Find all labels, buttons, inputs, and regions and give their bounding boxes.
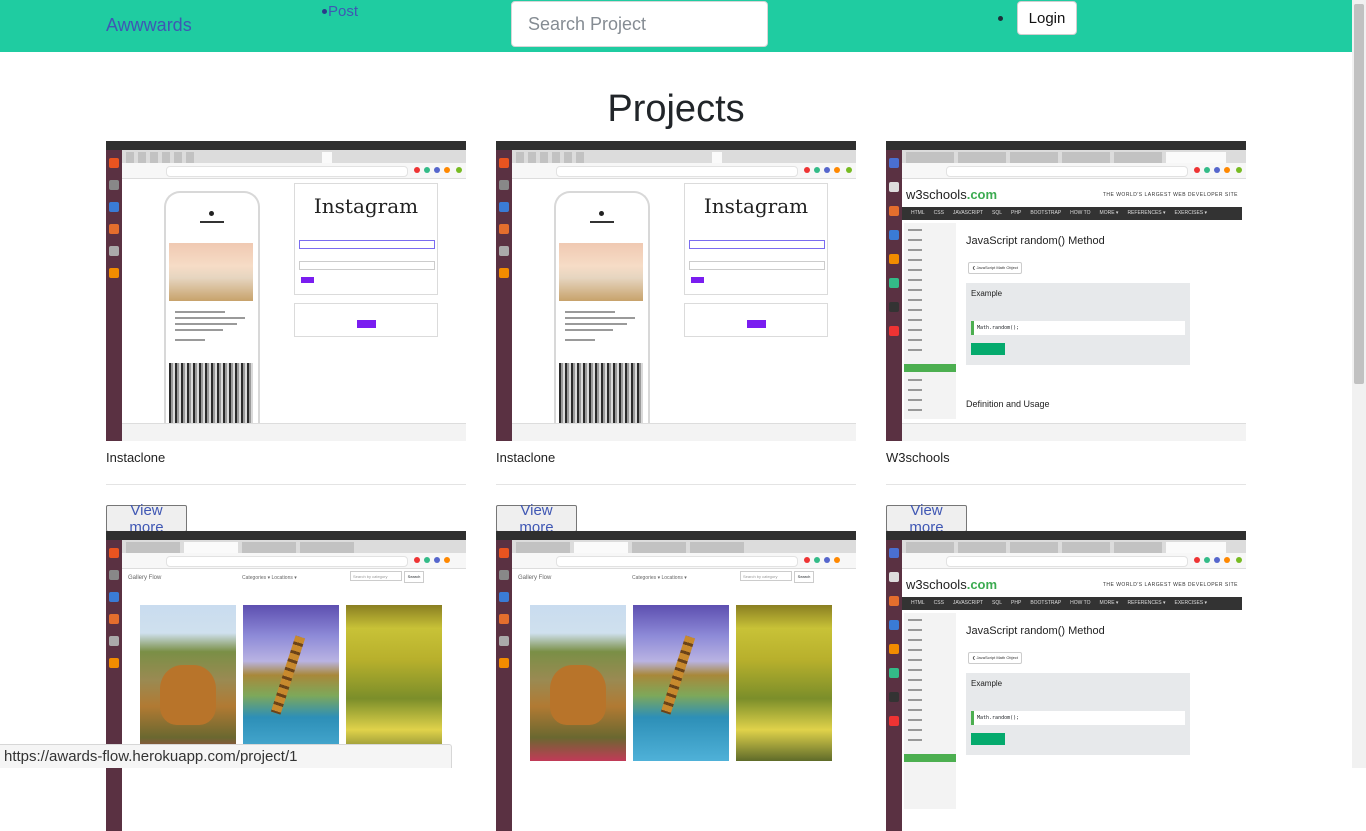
project-name: Instaclone [106, 450, 166, 465]
instagram-logo-text: Instagram [703, 194, 809, 218]
divider [106, 484, 466, 485]
w3-menu: HTML CSS JAVASCRIPT SQL PHP BOOTSTRAP HOW TO MO… [902, 207, 1242, 220]
w3-prev-button: ❮ JavaScript Math Object [968, 262, 1022, 274]
scrollbar-thumb[interactable] [1354, 4, 1364, 384]
nav-item-post[interactable]: Post [322, 3, 358, 20]
project-thumbnail[interactable]: Instagram [106, 141, 466, 441]
status-url-tooltip: https://awards-flow.herokuapp.com/projec… [0, 744, 452, 768]
lion-image [140, 605, 236, 761]
project-name: W3schools [886, 450, 950, 465]
nav-post-label[interactable]: Post [328, 3, 358, 20]
w3schools-logo: w3schools.com [906, 577, 998, 592]
bullet-icon [998, 16, 1003, 21]
w3schools-logo: w3schools.com [906, 187, 998, 202]
giraffe-image [243, 605, 339, 761]
project-thumbnail[interactable]: w3schools.com THE WORLD'S LARGEST WEB DE… [886, 531, 1246, 831]
lion-image [530, 605, 626, 761]
zebra-image [736, 605, 832, 761]
divider [496, 484, 856, 485]
project-thumbnail[interactable]: Gallery Flow Categories ▾ Locations ▾ Se… [106, 531, 466, 831]
navbar: Awwwards Post Login [0, 0, 1352, 52]
w3-heading: JavaScript random() Method [966, 235, 1105, 247]
bullet-icon [322, 9, 327, 14]
page-title: Projects [607, 88, 745, 130]
view-more-button[interactable]: View more [496, 502, 577, 536]
project-thumbnail[interactable]: Instagram [496, 141, 856, 441]
project-thumbnail[interactable]: w3schools.com THE WORLD'S LARGEST WEB DE… [886, 141, 1246, 441]
w3-tagline: THE WORLD'S LARGEST WEB DEVELOPER SITE [1102, 192, 1238, 198]
brand-link[interactable]: Awwwards [106, 15, 192, 36]
instagram-logo-text: Instagram [313, 194, 419, 218]
divider [886, 484, 1246, 485]
search-input[interactable] [511, 1, 768, 47]
project-thumbnail[interactable]: Gallery Flow Categories ▾ Locations ▾ Se… [496, 531, 856, 831]
view-more-button[interactable]: View more [886, 502, 967, 536]
project-name: Instaclone [496, 450, 556, 465]
login-button[interactable]: Login [1017, 1, 1077, 35]
giraffe-image [633, 605, 729, 761]
zebra-image [346, 605, 442, 761]
view-more-button[interactable]: View more [106, 502, 187, 536]
